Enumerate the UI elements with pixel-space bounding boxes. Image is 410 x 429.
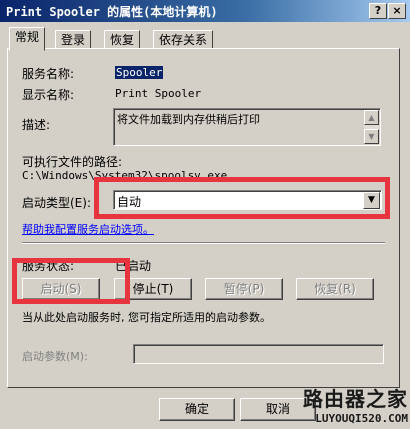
exe-path-label: 可执行文件的路径: (22, 155, 123, 169)
description-text: 将文件加载到内存供稍后打印 (117, 113, 260, 126)
scroll-up-icon[interactable]: ▲ (364, 110, 379, 125)
watermark-url: LUYOUQI520.COM (315, 412, 408, 425)
title-bar[interactable]: Print Spooler 的属性(本地计算机) ? × (0, 0, 410, 22)
properties-dialog: Print Spooler 的属性(本地计算机) ? × 常规 登录 恢复 依存… (0, 0, 410, 429)
close-icon[interactable]: × (388, 3, 406, 19)
watermark: 路由器之家 LUYOUQI520.COM (303, 383, 408, 425)
resume-button[interactable]: 恢复(R) (296, 278, 374, 300)
help-icon[interactable]: ? (369, 3, 387, 19)
pause-button[interactable]: 暂停(P) (205, 278, 283, 300)
startup-type-highlight (94, 177, 390, 219)
service-name-value[interactable]: Spooler (115, 66, 164, 79)
service-name-label: 服务名称: (22, 67, 75, 81)
ok-button[interactable]: 确定 (159, 398, 235, 421)
startup-help-link[interactable]: 帮助我配置服务启动选项。 (22, 221, 154, 237)
watermark-logo: 路由器之家 (303, 387, 408, 411)
description-scrollbar[interactable]: ▲ ▼ (364, 110, 379, 144)
scroll-down-icon[interactable]: ▼ (364, 129, 379, 144)
tab-logon[interactable]: 登录 (55, 30, 92, 50)
start-params-label: 启动参数(M): (22, 350, 88, 363)
tab-recovery[interactable]: 恢复 (104, 30, 141, 50)
description-label: 描述: (22, 118, 51, 132)
display-name-value[interactable]: Print Spooler (115, 87, 201, 100)
description-field[interactable]: 将文件加载到内存供稍后打印 ▲ ▼ (113, 108, 381, 146)
startup-type-label: 启动类型(E): (22, 196, 91, 210)
window-title: Print Spooler 的属性(本地计算机) (6, 5, 218, 19)
divider (22, 242, 385, 244)
tab-dependencies[interactable]: 依存关系 (153, 30, 214, 50)
start-button-highlight (12, 258, 130, 304)
start-params-hint: 当从此处启动服务时, 您可指定所适用的启动参数。 (22, 311, 271, 324)
tab-general[interactable]: 常规 (9, 27, 46, 51)
display-name-label: 显示名称: (22, 88, 75, 102)
start-params-input[interactable] (133, 344, 384, 364)
